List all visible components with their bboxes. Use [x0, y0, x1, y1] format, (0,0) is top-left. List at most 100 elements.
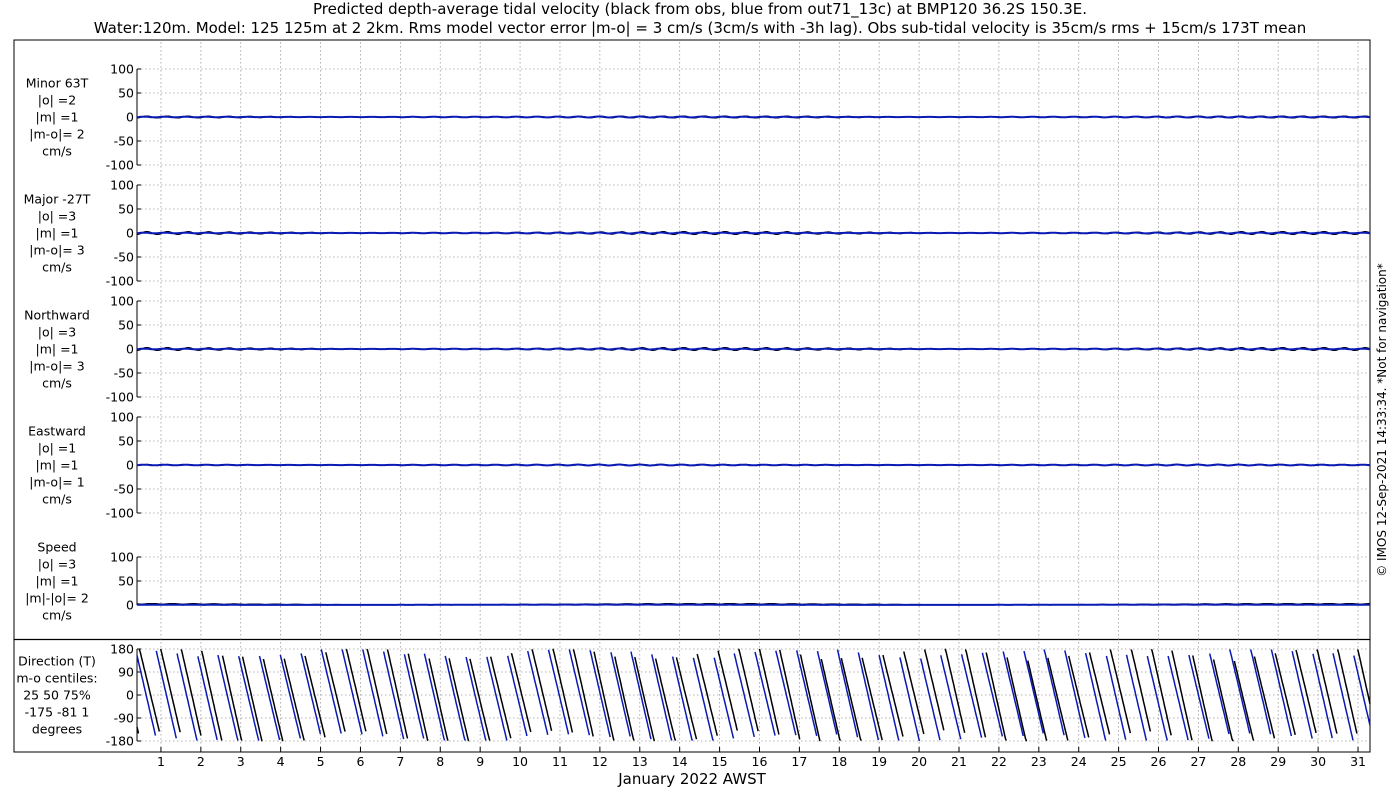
- series-obs-direction-seg-16: [448, 658, 470, 742]
- panel-northward: Northward |o| =3 |m| =1 |m-o|= 3 cm/s 100 50 0 -…: [24, 294, 1371, 405]
- series-obs-direction-seg-42: [985, 652, 1007, 741]
- panel-label-eastward-4: cm/s: [42, 492, 72, 507]
- credit-text: © IMOS 12-Sep-2021 14:33:34. *Not for na…: [1375, 263, 1389, 577]
- x-tick-label-8: 8: [436, 754, 444, 769]
- panel-label-direction-2: 25 50 75%: [23, 688, 91, 703]
- panel-label-minor-0: Minor 63T: [26, 76, 89, 91]
- panel-label-direction-4: degrees: [32, 722, 82, 737]
- series-obs-direction-seg-50: [1150, 648, 1172, 736]
- series-out71_13c-direction-seg-31: [775, 650, 797, 736]
- x-tick-label-19: 19: [871, 754, 887, 769]
- x-tick-label-21: 21: [951, 754, 967, 769]
- x-tick-label-25: 25: [1111, 754, 1127, 769]
- series-obs-direction-seg-41: [964, 649, 987, 738]
- series-out71_13c-direction-seg-44: [1043, 649, 1065, 736]
- panel-speed: Speed |o| =3 |m| =1 |m|-|o|= 2 cm/s 100 50 0: [25, 540, 1370, 623]
- series-obs-direction-seg-24: [614, 656, 635, 741]
- series-out71_13c-direction-seg-7: [279, 654, 302, 739]
- series-out71_13c-direction-seg-9: [320, 649, 342, 734]
- series-out71_13c-direction-seg-53: [1228, 649, 1251, 734]
- figure-frame: [13, 39, 1371, 753]
- panel-label-major-2: |m| =1: [36, 226, 79, 241]
- x-tick-label-13: 13: [632, 754, 648, 769]
- series-out71_13c-direction-seg-15: [444, 655, 466, 741]
- series-out71_13c-direction-seg-23: [610, 652, 631, 737]
- y-tick-label-major-0: 100: [110, 178, 134, 193]
- y-tick-label-eastward-3: -50: [114, 482, 134, 497]
- x-tick-label-1: 1: [157, 754, 165, 769]
- series-out71_13c-direction-seg-21: [568, 649, 591, 736]
- series-out71_13c-direction-seg-18: [506, 655, 528, 737]
- series-out71_13c-direction-seg-28: [713, 657, 735, 739]
- x-tick-label-11: 11: [552, 754, 568, 769]
- series-out71_13c-direction-seg-26: [671, 656, 694, 741]
- series-out71_13c-direction-seg-11: [362, 649, 384, 737]
- y-tick-label-major-3: -50: [114, 250, 134, 265]
- panel-label-speed-1: |o| =3: [38, 557, 76, 572]
- x-tick-label-31: 31: [1350, 754, 1366, 769]
- series-out71_13c-direction-seg-14: [423, 653, 446, 741]
- series-out71_13c-direction-seg-45: [1064, 650, 1086, 739]
- series-out71_13c-direction-seg-51: [1188, 654, 1210, 739]
- series-out71_13c-direction-seg-57: [1312, 653, 1333, 739]
- y-tick-label-northward-4: -100: [106, 390, 134, 405]
- series-obs-direction-seg-31: [758, 648, 780, 735]
- panel-label-direction-3: -175 -81 1: [25, 705, 90, 720]
- series-obs-direction-seg-51: [1171, 650, 1193, 741]
- series-obs-direction-seg-23: [593, 651, 615, 741]
- y-tick-label-minor-1: 50: [118, 86, 134, 101]
- series-out71_13c-direction-seg-17: [486, 656, 508, 741]
- panel-major: Major -27T |o| =3 |m| =1 |m-o|= 3 cm/s 100 50 0…: [24, 178, 1371, 289]
- series-obs-direction-seg-20: [531, 648, 553, 731]
- series-obs-direction-seg-12: [366, 648, 388, 735]
- y-tick-label-minor-4: -100: [106, 158, 134, 173]
- series-obs-direction-seg-26: [654, 658, 677, 741]
- x-tick-label-10: 10: [512, 754, 528, 769]
- x-tick-label-6: 6: [356, 754, 364, 769]
- series-obs-direction-seg-2: [159, 648, 181, 733]
- panel-eastward: Eastward |o| =1 |m| =1 |m-o|= 1 cm/s 100 50 0 -5…: [28, 410, 1371, 521]
- y-tick-label-northward-0: 100: [110, 294, 134, 309]
- series-obs-direction-seg-22: [572, 649, 594, 737]
- x-tick-label-5: 5: [317, 754, 325, 769]
- series-obs-direction-seg-43: [1006, 657, 1028, 742]
- y-tick-label-northward-2: 0: [126, 342, 134, 357]
- series-obs-direction-seg-54: [1233, 660, 1255, 741]
- panel-label-major-1: |o| =3: [38, 209, 76, 224]
- panel-label-speed-3: |m|-|o|= 2: [25, 591, 89, 606]
- series-out71_13c-direction-seg-34: [836, 649, 859, 738]
- panel-label-major-3: |m-o|= 3: [29, 243, 84, 258]
- series-obs-direction-seg-25: [634, 656, 656, 742]
- series-out71_13c-direction-seg-6: [258, 655, 281, 741]
- series-out71_13c-direction-seg-42: [1002, 651, 1024, 737]
- y-tick-label-direction-4: -180: [106, 734, 134, 749]
- series-out71_13c-speed: [137, 603, 1370, 607]
- series-out71_13c-eastward: [136, 463, 1371, 467]
- panel-label-northward-1: |o| =3: [38, 325, 76, 340]
- panel-label-major-4: cm/s: [42, 260, 72, 275]
- series-out71_13c-direction-seg-46: [1084, 652, 1107, 741]
- x-tick-label-20: 20: [911, 754, 927, 769]
- series-out71_13c-direction-seg-50: [1167, 655, 1189, 741]
- y-tick-label-speed-1: 50: [118, 574, 134, 589]
- series-out71_13c-direction-seg-4: [217, 654, 239, 741]
- series-out71_13c-direction-seg-54: [1249, 649, 1272, 735]
- x-tick-label-3: 3: [237, 754, 245, 769]
- x-tick-label-2: 2: [197, 754, 205, 769]
- x-tick-label-26: 26: [1151, 754, 1167, 769]
- panel-label-direction-1: m-o centiles:: [16, 671, 97, 686]
- x-axis-label: January 2022 AWST: [617, 770, 766, 788]
- series-obs-direction-seg-5: [221, 655, 243, 741]
- series-obs-direction-seg-38: [903, 651, 925, 735]
- x-tick-label-24: 24: [1071, 754, 1087, 769]
- x-tick-label-23: 23: [1031, 754, 1047, 769]
- series-out71_13c-direction-seg-37: [899, 657, 921, 742]
- series-obs-direction-seg-11: [345, 648, 367, 732]
- panel-label-speed-2: |m| =1: [36, 574, 79, 589]
- x-tick-label-12: 12: [592, 754, 608, 769]
- series-out71_13c-direction-seg-24: [630, 651, 652, 740]
- panel-label-minor-3: |m-o|= 2: [29, 127, 84, 142]
- series-obs-direction-seg-35: [840, 657, 862, 741]
- y-tick-label-direction-2: 0: [126, 688, 134, 703]
- series-obs-direction-seg-37: [882, 654, 904, 737]
